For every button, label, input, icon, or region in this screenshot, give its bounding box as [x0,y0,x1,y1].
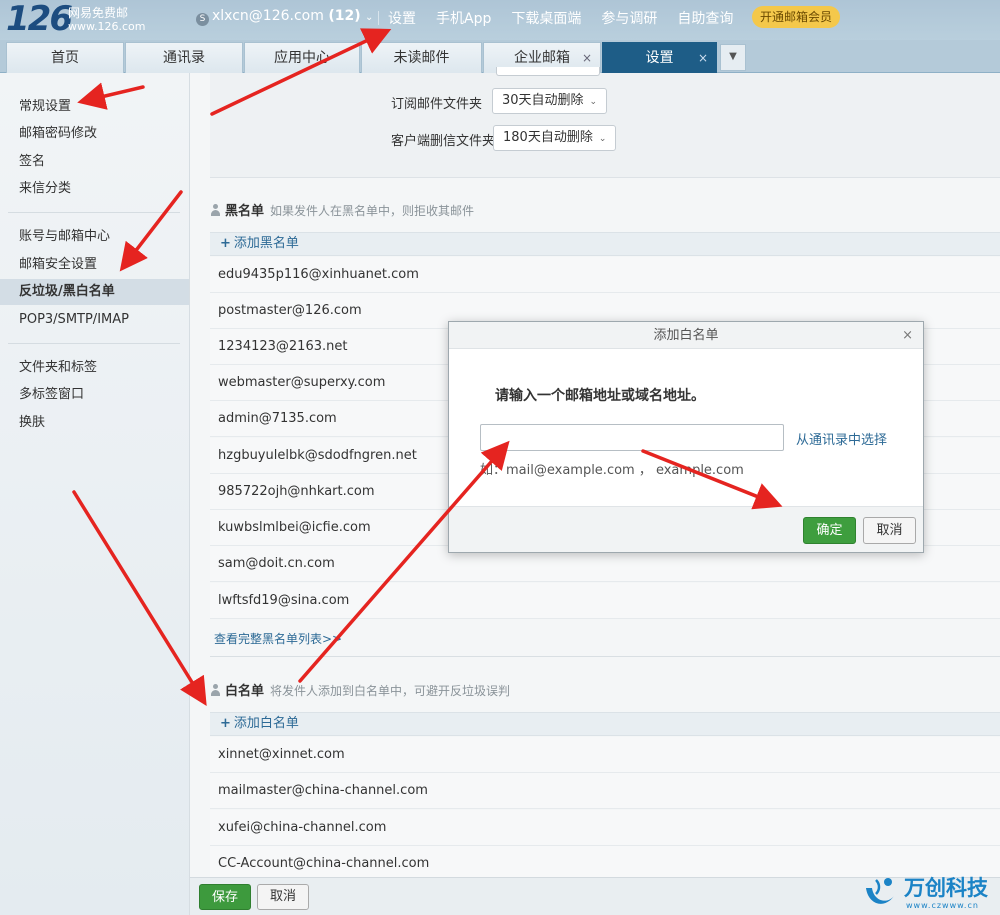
user-icon [210,204,221,216]
subscription-folder-select[interactable]: 30天自动删除 ⌄ [492,88,608,114]
sidebar-item-multi-tab[interactable]: 多标签窗口 [0,382,189,408]
client-deleted-folder-select[interactable]: 180天自动删除 ⌄ [493,125,617,151]
sidebar-item-pop3-smtp-imap[interactable]: POP3/SMTP/IMAP [0,307,189,333]
settings-link[interactable]: 设置 [388,11,416,27]
sidebar-item-password[interactable]: 邮箱密码修改 [0,121,189,147]
tab-settings[interactable]: 设置 × [602,42,717,73]
blacklist-row[interactable]: lwftsfd19@sina.com [210,583,1000,619]
sidebar-divider [8,343,180,344]
whitelist-title: 白名单 [225,684,265,699]
confirm-button[interactable]: 确定 [803,517,856,544]
sidebar-item-folders-tags[interactable]: 文件夹和标签 [0,355,189,381]
account-email: xlxcn@126.com [212,8,324,24]
tab-app-center[interactable]: 应用中心 [244,42,360,73]
whitelist-desc: 将发件人添加到白名单中，可避开反垃圾误判 [270,684,511,698]
dialog-prompt: 请输入一个邮箱地址或域名地址。 [495,388,705,404]
tab-unread-mail[interactable]: 未读邮件 [361,42,482,73]
dialog-footer: 确定 取消 [449,506,923,552]
watermark-url: www.czwww.cn [906,901,979,910]
client-deleted-folder-label: 客户端删信文件夹 [391,134,496,149]
folder-option-select-cutoff[interactable] [496,67,600,76]
plus-icon: + [220,716,231,731]
sidebar-item-mail-rules[interactable]: 来信分类 [0,176,189,202]
plus-icon: + [220,236,231,251]
watermark-mark-icon [866,878,894,904]
settings-sidebar: 常规设置 邮箱密码修改 签名 来信分类 账号与邮箱中心 邮箱安全设置 反垃圾/黑… [0,73,190,915]
sidebar-item-security[interactable]: 邮箱安全设置 [0,252,189,278]
survey-link[interactable]: 参与调研 [601,11,657,27]
self-help-link[interactable]: 自助查询 [677,11,733,27]
sidebar-item-general[interactable]: 常规设置 [0,94,189,120]
account-menu[interactable]: Sxlxcn@126.com (12) ⌄ [196,8,373,26]
dialog-header: 添加白名单 × [449,322,923,349]
logo-number: 126 [6,0,73,39]
sidebar-item-signature[interactable]: 签名 [0,149,189,175]
subscription-folder-label: 订阅邮件文件夹 [391,97,483,112]
user-icon [210,684,221,696]
watermark-name: 万创科技 [904,876,988,900]
dialog-title: 添加白名单 [653,328,719,343]
close-icon[interactable]: × [902,322,913,349]
unread-count: (12) [328,8,361,24]
sidebar-item-antispam[interactable]: 反垃圾/黑白名单 [0,279,189,305]
chevron-down-icon: ⌄ [598,134,607,144]
mobile-app-link[interactable]: 手机App [436,11,491,27]
chevron-down-icon: ▼ [729,51,737,62]
whitelist-row[interactable]: xinnet@xinnet.com [210,737,1000,773]
logo-domain: www.126.com [68,20,146,33]
add-whitelist-button[interactable]: + 添加白名单 [210,712,1000,736]
folder-options-panel: 订阅邮件文件夹 30天自动删除 ⌄ 客户端删信文件夹 180天自动删除 ⌄ [210,67,1000,178]
logo-tagline: 网易免费邮 [68,6,129,20]
blacklist-header: 黑名单 如果发件人在黑名单中，则拒收其邮件 [210,200,474,222]
add-whitelist-dialog: 添加白名单 × 请输入一个邮箱地址或域名地址。 从通讯录中选择 如：mail@e… [448,321,924,553]
top-header: 126 网易免费邮 www.126.com Sxlxcn@126.com (12… [0,0,1000,40]
watermark-logo: 万创科技 www.czwww.cn [862,872,998,914]
close-icon[interactable]: × [698,43,708,73]
cancel-button[interactable]: 取消 [257,884,309,910]
desktop-download-link[interactable]: 下载桌面端 [511,11,581,27]
section-divider [210,656,1000,657]
blacklist-desc: 如果发件人在黑名单中，则拒收其邮件 [270,204,475,218]
tab-contacts[interactable]: 通讯录 [125,42,243,73]
blacklist-row[interactable]: edu9435p116@xinhuanet.com [210,257,1000,293]
whitelist-row[interactable]: xufei@china-channel.com [210,810,1000,846]
input-example-hint: 如：mail@example.com ， example.com [480,463,744,478]
account-status-icon: S [196,13,209,26]
add-blacklist-button[interactable]: + 添加黑名单 [210,232,1000,256]
whitelist-header: 白名单 将发件人添加到白名单中，可避开反垃圾误判 [210,680,510,702]
sidebar-item-skin[interactable]: 换肤 [0,410,189,436]
vip-button[interactable]: 开通邮箱会员 [752,6,841,28]
whitelist-address-input[interactable] [480,424,784,451]
chevron-down-icon: ⌄ [365,12,374,23]
save-button[interactable]: 保存 [199,884,251,910]
top-links: 设置 手机App 下载桌面端 参与调研 自助查询 [378,8,753,28]
blacklist-title: 黑名单 [225,204,265,219]
dialog-cancel-button[interactable]: 取消 [863,517,916,544]
tab-home[interactable]: 首页 [6,42,124,73]
whitelist-row[interactable]: mailmaster@china-channel.com [210,773,1000,809]
tab-list-dropdown[interactable]: ▼ [720,44,746,71]
sidebar-item-account-center[interactable]: 账号与邮箱中心 [0,224,189,250]
select-from-contacts-link[interactable]: 从通讯录中选择 [796,429,887,448]
chevron-down-icon: ⌄ [589,97,598,107]
sidebar-divider [8,212,180,213]
view-full-blacklist-link[interactable]: 查看完整黑名单列表>> [214,630,342,647]
